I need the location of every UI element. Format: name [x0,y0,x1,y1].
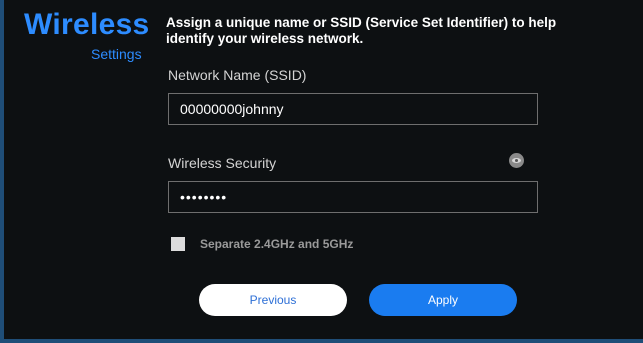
wireless-settings-panel: Wireless Settings Assign a unique name o… [0,0,643,343]
page-title: Wireless [24,8,150,41]
page-subtitle: Settings [91,46,142,62]
ssid-input[interactable] [168,93,538,125]
page-description: Assign a unique name or SSID (Service Se… [166,15,557,46]
wireless-security-password-field[interactable] [168,181,538,213]
apply-button[interactable]: Apply [369,284,517,316]
ssid-label: Network Name (SSID) [168,67,307,83]
separate-bands-checkbox[interactable] [171,237,185,251]
previous-button[interactable]: Previous [199,284,347,316]
eye-icon[interactable] [509,153,524,168]
wireless-security-label: Wireless Security [168,155,277,171]
separate-bands-label: Separate 2.4GHz and 5GHz [200,237,354,251]
